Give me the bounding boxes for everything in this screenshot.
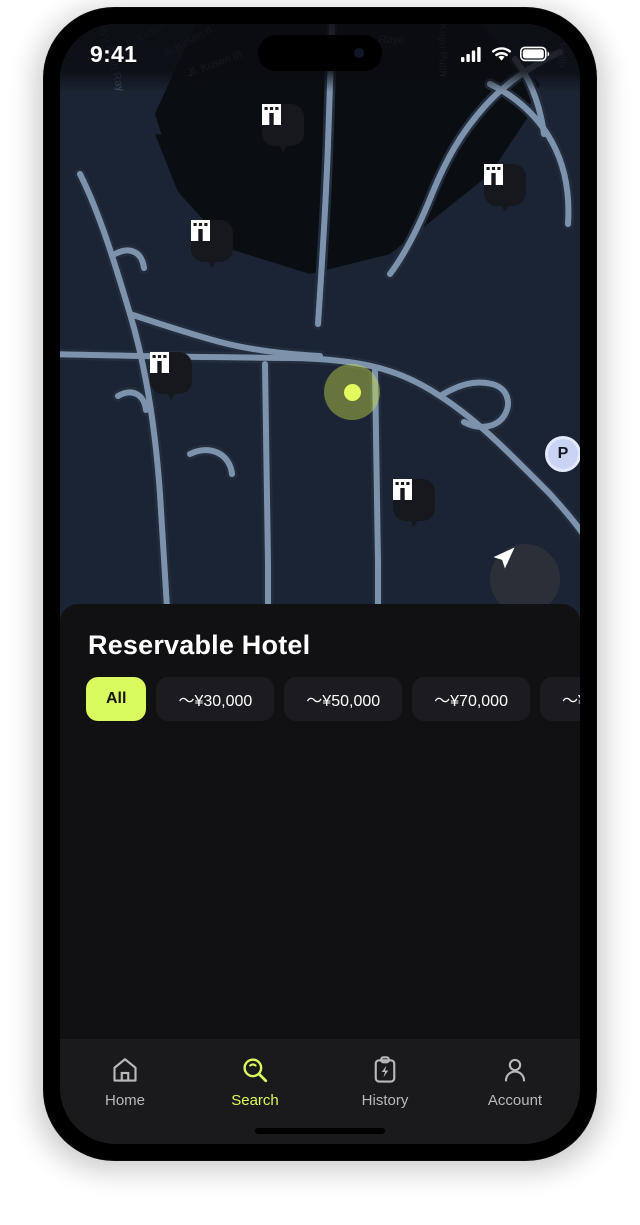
search-icon <box>243 1058 268 1083</box>
status-bar: 9:41 <box>60 24 580 80</box>
tab-label: History <box>361 1092 409 1109</box>
home-indicator <box>255 1128 385 1134</box>
filter-chip-30000[interactable]: 〜¥30,000 <box>156 677 275 721</box>
screenshot-root: Jl. Kayu Putih Ray Jl. Kusen I Jl. Kusen… <box>0 0 640 1225</box>
hotel-marker-4[interactable] <box>150 352 192 400</box>
hotel-results-list[interactable] <box>60 794 580 1079</box>
pin-body <box>150 352 192 394</box>
filter-chip-label: 〜¥70,000 <box>434 693 508 710</box>
location-dot <box>344 384 361 401</box>
filter-chip-label: 〜¥50,000 <box>306 693 381 710</box>
tab-history[interactable]: History <box>330 1055 440 1109</box>
navigation-arrow-icon <box>493 547 515 569</box>
hotel-building-icon <box>393 479 412 500</box>
hotel-building-icon <box>484 164 503 185</box>
hotel-building-icon <box>262 104 281 125</box>
hotel-building-icon <box>150 352 169 373</box>
tab-search[interactable]: Search <box>200 1055 310 1109</box>
hotel-building-icon <box>191 220 210 241</box>
tab-label: Account <box>487 1092 543 1109</box>
filter-chip-90000[interactable]: 〜¥90,000 <box>539 677 580 721</box>
filter-chip-50000[interactable]: 〜¥50,000 <box>284 677 403 721</box>
tab-home[interactable]: Home <box>70 1055 180 1109</box>
pin-body <box>393 479 435 521</box>
hotel-marker-5[interactable] <box>393 479 435 527</box>
pin-body <box>191 220 233 262</box>
status-time: 9:41 <box>90 40 138 67</box>
clipboard-bolt-icon <box>374 1056 396 1083</box>
parking-marker-label: P <box>557 445 569 462</box>
filter-chip-label: 〜¥30,000 <box>178 693 253 710</box>
hotel-marker-3[interactable] <box>191 220 233 268</box>
status-indicators <box>461 46 550 62</box>
phone-frame: Jl. Kayu Putih Ray Jl. Kusen I Jl. Kusen… <box>44 8 596 1160</box>
tab-label: Home <box>104 1092 145 1109</box>
phone-screen: Jl. Kayu Putih Ray Jl. Kusen I Jl. Kusen… <box>60 24 580 1144</box>
cellular-signal-icon <box>461 47 481 62</box>
tab-account[interactable]: Account <box>460 1055 570 1109</box>
filter-chip-70000[interactable]: 〜¥70,000 <box>412 677 530 721</box>
filter-chip-all[interactable]: All <box>86 677 147 721</box>
person-icon <box>504 1058 526 1082</box>
pin-body <box>484 164 526 206</box>
pin-body <box>262 104 304 146</box>
home-icon <box>113 1058 137 1082</box>
wifi-icon <box>492 47 511 61</box>
map-vector-graphics <box>60 24 580 624</box>
filter-chip-label: All <box>106 690 127 707</box>
battery-icon <box>520 46 550 62</box>
hotel-marker-2[interactable] <box>484 164 526 212</box>
hotel-marker-1[interactable] <box>262 104 304 152</box>
price-filter-chips[interactable]: All 〜¥30,000 〜¥50,000 〜¥70,000 〜¥90,000 <box>60 677 580 721</box>
filter-chip-label: 〜¥90,000 <box>561 693 580 710</box>
parking-marker[interactable]: P <box>545 436 580 472</box>
tab-label: Search <box>231 1092 279 1109</box>
map-canvas[interactable]: Jl. Kayu Putih Ray Jl. Kusen I Jl. Kusen… <box>60 24 580 624</box>
page-title: Reservable Hotel <box>88 630 311 660</box>
